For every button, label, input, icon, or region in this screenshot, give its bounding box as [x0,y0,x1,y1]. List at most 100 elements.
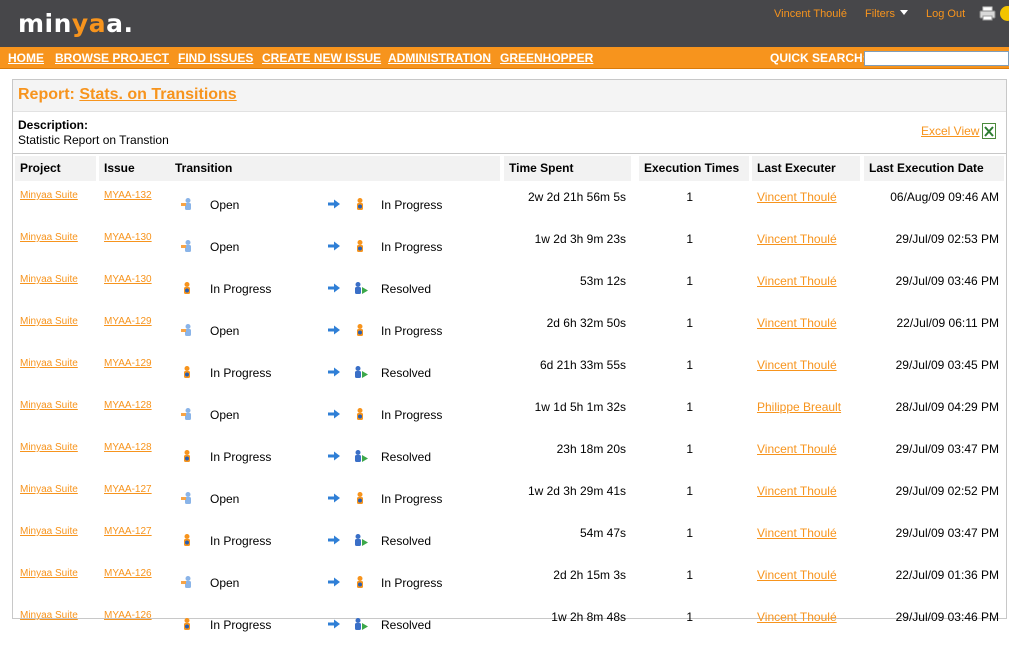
table-row: Minyaa Suite MYAA-132 Open In Progress 2w 2d… [13,183,1006,225]
nav-create-new-issue[interactable]: CREATE NEW ISSUE [262,51,381,65]
nav-administration[interactable]: ADMINISTRATION [388,51,491,65]
column-header-execution-times: Execution Times [639,156,749,181]
time-spent: 2d 2h 15m 3s [553,568,626,582]
open-status-icon [180,239,194,258]
in-progress-status-icon [180,533,194,552]
issue-link[interactable]: MYAA-130 [104,274,152,285]
to-status: In Progress [381,198,443,212]
last-executer-link[interactable]: Vincent Thoulé [757,526,837,540]
time-spent: 2d 6h 32m 50s [546,316,626,330]
open-status-icon [180,323,194,342]
resolved-status-icon [353,365,369,384]
execution-count: 1 [686,232,693,246]
issue-link[interactable]: MYAA-127 [104,526,152,537]
logo-text: minyaa. [18,9,134,38]
from-status: Open [210,240,240,254]
arrow-right-icon [327,239,341,257]
resolved-status-icon [353,281,369,300]
print-icon[interactable] [979,6,996,21]
last-executer-link[interactable]: Vincent Thoulé [757,484,837,498]
last-executer-link[interactable]: Vincent Thoulé [757,442,837,456]
nav-browse-project[interactable]: BROWSE PROJECT [55,51,169,65]
open-status-icon [180,575,194,594]
last-executer-link[interactable]: Vincent Thoulé [757,568,837,582]
filters-menu[interactable]: Filters [865,8,908,20]
from-status: In Progress [210,366,272,380]
last-execution-date: 22/Jul/09 06:11 PM [896,316,999,330]
arrow-right-icon [327,323,341,341]
issue-link[interactable]: MYAA-127 [104,484,152,495]
help-icon[interactable] [1000,6,1009,21]
table-row: Minyaa Suite MYAA-130 In Progress Resolved 5… [13,267,1006,309]
user-profile-link[interactable]: Vincent Thoulé [774,8,847,20]
minyaa-logo[interactable]: minyaa. [18,9,133,38]
project-link[interactable]: Minyaa Suite [20,316,78,327]
to-status: In Progress [381,408,443,422]
in-progress-status-icon [180,617,194,636]
to-status: In Progress [381,324,443,338]
in-progress-status-icon [180,365,194,384]
project-link[interactable]: Minyaa Suite [20,610,78,621]
arrow-right-icon [327,617,341,635]
issue-link[interactable]: MYAA-130 [104,232,152,243]
project-link[interactable]: Minyaa Suite [20,232,78,243]
project-link[interactable]: Minyaa Suite [20,358,78,369]
last-execution-date: 29/Jul/09 02:52 PM [895,484,999,498]
from-status: Open [210,198,240,212]
issue-link[interactable]: MYAA-132 [104,190,152,201]
table-row: Minyaa Suite MYAA-126 Open In Progress 2d 2h… [13,561,1006,603]
last-executer-link[interactable]: Vincent Thoulé [757,358,837,372]
column-header-project: Project [15,156,96,181]
arrow-right-icon [327,365,341,383]
time-spent: 1w 2d 3h 9m 23s [534,232,626,246]
issue-link[interactable]: MYAA-129 [104,358,152,369]
project-link[interactable]: Minyaa Suite [20,400,78,411]
last-executer-link[interactable]: Vincent Thoulé [757,274,837,288]
time-spent: 1w 1d 5h 1m 32s [534,400,626,414]
from-status: Open [210,408,240,422]
last-executer-link[interactable]: Vincent Thoulé [757,610,837,624]
arrow-right-icon [327,533,341,551]
issue-link[interactable]: MYAA-128 [104,400,152,411]
table-row: Minyaa Suite MYAA-127 Open In Progress 1w 2d… [13,477,1006,519]
excel-icon[interactable] [982,123,996,139]
project-link[interactable]: Minyaa Suite [20,274,78,285]
from-status: Open [210,492,240,506]
last-executer-link[interactable]: Vincent Thoulé [757,316,837,330]
project-link[interactable]: Minyaa Suite [20,442,78,453]
table-row: Minyaa Suite MYAA-128 In Progress Resolved 2… [13,435,1006,477]
issue-link[interactable]: MYAA-126 [104,610,152,621]
time-spent: 53m 12s [579,274,626,288]
nav-find-issues[interactable]: FIND ISSUES [178,51,253,65]
last-execution-date: 29/Jul/09 03:45 PM [895,358,999,372]
project-link[interactable]: Minyaa Suite [20,484,78,495]
nav-home[interactable]: HOME [8,51,44,65]
excel-view-link[interactable]: Excel View [921,124,979,138]
time-spent: 23h 18m 20s [556,442,626,456]
project-link[interactable]: Minyaa Suite [20,190,78,201]
last-executer-link[interactable]: Vincent Thoulé [757,232,837,246]
time-spent: 2w 2d 21h 56m 5s [527,190,626,204]
last-executer-link[interactable]: Vincent Thoulé [757,190,837,204]
project-link[interactable]: Minyaa Suite [20,568,78,579]
last-execution-date: 28/Jul/09 04:29 PM [895,400,999,414]
arrow-right-icon [327,197,341,215]
last-executer-link[interactable]: Philippe Breault [757,400,841,414]
logout-link[interactable]: Log Out [926,8,965,20]
issue-link[interactable]: MYAA-126 [104,568,152,579]
arrow-right-icon [327,491,341,509]
execution-count: 1 [686,442,693,456]
from-status: In Progress [210,618,272,632]
report-title-link[interactable]: Stats. on Transitions [79,86,236,103]
to-status: In Progress [381,576,443,590]
resolved-status-icon [353,617,369,636]
project-link[interactable]: Minyaa Suite [20,526,78,537]
in-progress-status-icon [180,449,194,468]
quick-search-input[interactable] [864,51,1009,66]
issue-link[interactable]: MYAA-129 [104,316,152,327]
from-status: In Progress [210,534,272,548]
issue-link[interactable]: MYAA-128 [104,442,152,453]
last-execution-date: 29/Jul/09 02:53 PM [895,232,999,246]
nav-greenhopper[interactable]: GREENHOPPER [500,51,593,65]
column-header-last-execution-date: Last Execution Date [864,156,1004,181]
